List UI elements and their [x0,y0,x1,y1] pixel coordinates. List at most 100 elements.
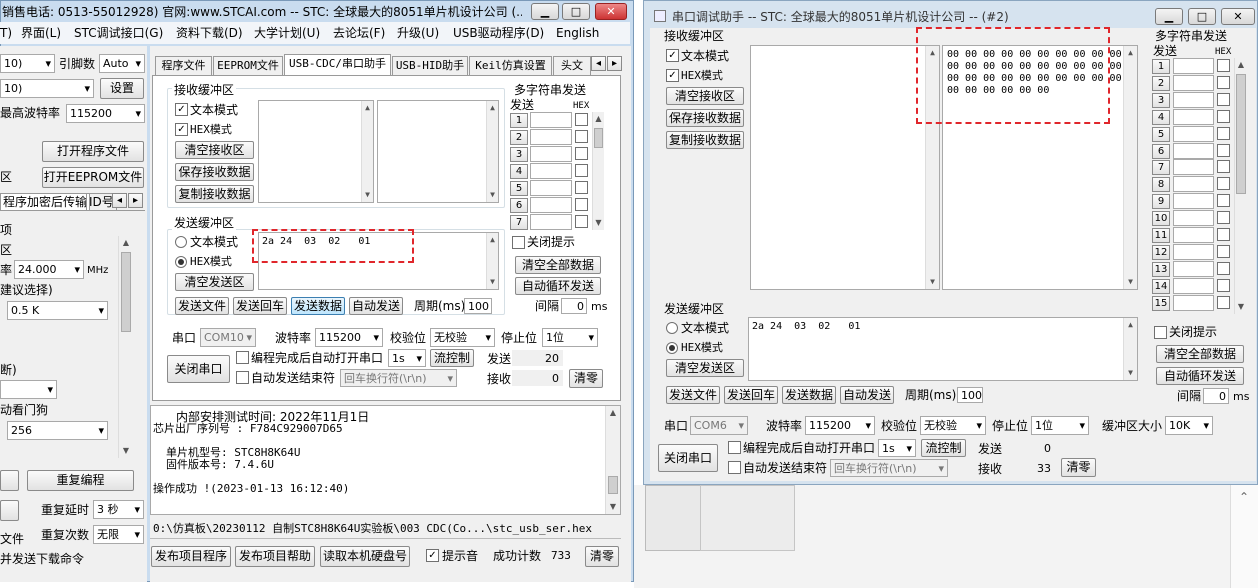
multi-send-input[interactable] [1173,243,1214,260]
text-mode-checkbox[interactable]: ✓ [175,103,188,116]
save-recv-button[interactable]: 保存接收数据 [175,163,254,181]
multi-send-button[interactable]: 6 [510,198,528,213]
auto-open-port-checkbox[interactable] [236,351,249,364]
send-file-button[interactable]: 发送文件 [666,386,720,404]
tab-usb-cdc[interactable]: USB-CDC/串口助手 [284,54,391,76]
multi-hex-checkbox[interactable] [1217,143,1230,157]
left-tab-arrow-left-icon[interactable]: ◂ [112,193,127,208]
read-disk-id-button[interactable]: 读取本机硬盘号 [320,546,410,567]
tab-keil-sim[interactable]: Keil仿真设置 [469,56,552,75]
menu-item-usb-driver[interactable]: USB驱动程序(D) [453,25,544,41]
multi-send-input[interactable] [1173,227,1214,243]
multi-send-button[interactable]: 11 [1152,228,1170,243]
multi-hex-checkbox[interactable] [1217,261,1230,275]
parity-select[interactable]: 无校验 [430,328,495,347]
open-program-file-button[interactable]: 打开程序文件 [42,141,144,162]
clear-all-data-button[interactable]: 清空全部数据 [1156,345,1244,363]
multi-send-button[interactable]: 2 [510,130,528,145]
multi-send-input[interactable] [530,180,572,196]
recv-text-area[interactable]: ▲ ▼ [258,100,374,203]
multi-send-button[interactable]: 8 [1152,177,1170,193]
publish-help-button[interactable]: 发布项目帮助 [235,546,315,567]
multi-send-button[interactable]: 14 [1152,278,1170,294]
beep-checkbox[interactable]: ✓ [426,549,439,562]
clear-success-button[interactable]: 清零 [585,546,619,567]
watchdog-select[interactable]: 256 [7,421,108,440]
multi-send-input[interactable] [530,163,572,179]
close-port-button[interactable]: 关闭串口 [658,444,718,472]
close-button[interactable]: ✕ [1221,8,1255,25]
multi-hex-checkbox[interactable] [1217,160,1230,174]
multi-hex-checkbox[interactable] [575,130,588,143]
multi-hex-checkbox[interactable] [1217,295,1230,309]
multi-send-input[interactable] [530,112,572,128]
multi-send-scrollbar[interactable]: ▲ ▼ [1234,58,1247,314]
port-select-com[interactable]: COM10 [200,328,256,347]
multi-hex-checkbox[interactable] [1217,194,1230,208]
multi-send-input[interactable] [1173,260,1214,277]
interval-input[interactable]: 0 [1203,388,1229,404]
text-mode-radio[interactable] [175,236,187,248]
multi-send-button[interactable]: 10 [1152,211,1170,227]
clear-recv-button[interactable]: 清空接收区 [666,87,744,105]
auto-send-button[interactable]: 自动发送 [349,297,403,315]
maximize-button[interactable]: □ [562,3,590,20]
menu-item-interface[interactable]: 界面(L) [21,25,61,41]
minimize-button[interactable]: ▁ [531,3,559,20]
multi-hex-checkbox[interactable] [1217,109,1230,123]
end-char-select[interactable]: 回车换行符(\r\n) [830,459,948,477]
multi-send-button[interactable]: 2 [1152,75,1170,91]
menu-item-university[interactable]: 大学计划(U) [254,25,320,41]
send-data-button[interactable]: 发送数据 [782,386,836,404]
multi-send-input[interactable] [1173,193,1214,210]
multi-send-button[interactable]: 5 [1152,126,1170,142]
close-port-button[interactable]: 关闭串口 [167,355,230,383]
period-input[interactable]: 100 [464,298,492,314]
clear-counts-button[interactable]: 清零 [569,369,603,388]
hex-mode-radio[interactable] [175,256,187,268]
clear-counts-button[interactable]: 清零 [1061,458,1096,477]
multi-hex-checkbox[interactable] [575,198,588,211]
send-file-button[interactable]: 发送文件 [175,297,229,315]
hex-mode-checkbox[interactable]: ✓ [175,123,188,136]
multi-send-input[interactable] [1173,91,1214,108]
multi-send-input[interactable] [530,146,572,162]
interval-input[interactable]: 0 [561,298,587,314]
multi-send-button[interactable]: 6 [1152,143,1170,159]
multi-send-input[interactable] [530,214,572,230]
log-scrollbar[interactable]: ▲ ▼ [605,406,620,514]
maximize-button[interactable]: □ [1188,8,1216,25]
tab-header[interactable]: 头文 [553,56,591,75]
menu-item-upgrade[interactable]: 升级(U) [397,25,439,41]
clear-all-data-button[interactable]: 清空全部数据 [515,256,601,274]
send-text-area[interactable]: 2a 24 03 02 01 ▲ ▼ [748,317,1138,381]
send-cr-button[interactable]: 发送回车 [724,386,778,404]
text-mode-radio[interactable] [666,322,678,334]
stop-button[interactable] [0,500,19,521]
multi-send-button[interactable]: 4 [1152,109,1170,125]
multi-hex-checkbox[interactable] [1217,126,1230,140]
multi-send-input[interactable] [1173,294,1214,311]
multi-send-input[interactable] [1173,125,1214,142]
multi-send-input[interactable] [1173,142,1214,159]
multi-send-button[interactable]: 3 [1152,92,1170,108]
multi-hex-checkbox[interactable] [575,215,588,228]
hex-mode-radio[interactable] [666,342,678,354]
multi-hex-checkbox[interactable] [1217,59,1230,72]
multi-send-button[interactable]: 7 [1152,160,1170,176]
copy-recv-button[interactable]: 复制接收数据 [175,185,254,203]
flow-control-button[interactable]: 流控制 [430,349,474,367]
close-hint-checkbox[interactable] [1154,326,1167,339]
multi-hex-checkbox[interactable] [1217,278,1230,292]
multi-hex-checkbox[interactable] [1217,92,1230,106]
stop-bits-select[interactable]: 1位 [542,328,598,347]
multi-send-input[interactable] [1173,74,1214,91]
tab-encrypted-transfer[interactable]: 程序加密后传输 [0,193,91,210]
multi-send-button[interactable]: 13 [1152,261,1170,277]
menu-item-stc-debug[interactable]: STC调试接口(G) [74,25,163,41]
port-select-com[interactable]: COM6 [690,416,748,435]
repeat-delay-select[interactable]: 3 秒 [93,500,144,519]
send-data-button[interactable]: 发送数据 [291,297,345,315]
stop-bits-select[interactable]: 1位 [1031,416,1089,435]
multi-send-input[interactable] [530,129,572,145]
